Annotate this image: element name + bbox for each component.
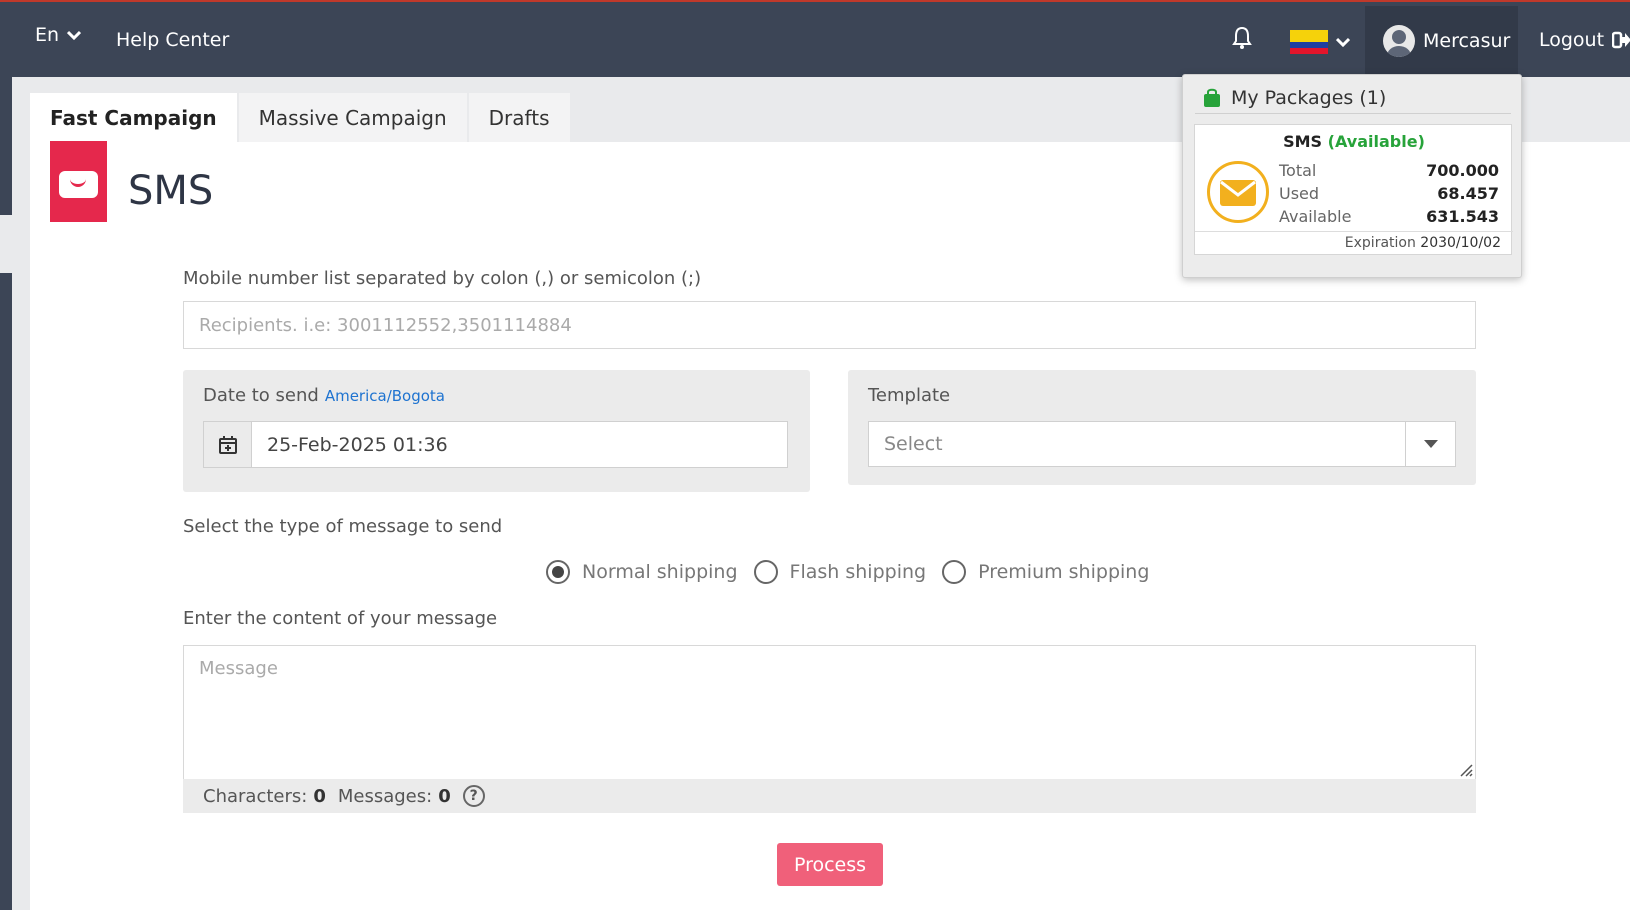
radio-label: Premium shipping — [978, 561, 1150, 583]
message-textarea[interactable]: Message — [183, 645, 1476, 780]
timezone-link[interactable]: America/Bogota — [325, 387, 445, 405]
caret-down-icon — [1405, 422, 1455, 466]
divider — [1195, 231, 1513, 232]
radio-button[interactable] — [942, 560, 967, 584]
stat-label: Total — [1279, 161, 1317, 180]
top-navbar: En Help Center Mercasur Logout — [0, 0, 1630, 77]
messages-count: 0 — [438, 785, 451, 807]
calendar-plus-icon — [218, 435, 237, 454]
language-selector[interactable]: En — [35, 24, 82, 46]
chevron-down-icon — [67, 30, 82, 40]
package-stats: Total 700.000 Used 68.457 Available 631.… — [1279, 159, 1499, 228]
stat-value: 631.543 — [1426, 207, 1499, 226]
sms-logo-icon — [50, 141, 107, 222]
package-status: (Available) — [1327, 132, 1425, 151]
calendar-button[interactable] — [203, 421, 252, 468]
recipients-input[interactable]: Recipients. i.e: 3001112552,3501114884 — [183, 301, 1476, 349]
package-name: SMS — [1283, 132, 1323, 151]
shopping-bag-icon — [1204, 88, 1220, 107]
package-title: SMS (Available) — [1195, 132, 1513, 151]
stat-value: 68.457 — [1437, 184, 1499, 203]
template-select-value: Select — [884, 433, 943, 455]
envelope-icon — [1207, 161, 1269, 223]
stat-label: Used — [1279, 184, 1320, 203]
tab-massive-campaign[interactable]: Massive Campaign — [238, 93, 467, 142]
logout-label: Logout — [1539, 29, 1605, 51]
help-center-link[interactable]: Help Center — [116, 29, 229, 51]
user-name: Mercasur — [1423, 30, 1511, 52]
radio-button[interactable] — [546, 560, 570, 584]
date-label-text: Date to send — [203, 385, 319, 406]
user-avatar-icon — [1383, 25, 1415, 57]
logout-button[interactable]: Logout — [1539, 29, 1630, 51]
expiration-label: Expiration — [1344, 235, 1416, 251]
package-row-available: Available 631.543 — [1279, 205, 1499, 228]
sign-out-icon — [1612, 31, 1630, 49]
packages-popup: My Packages (1) SMS (Available) Total 70… — [1182, 74, 1522, 278]
radio-button[interactable] — [753, 560, 778, 584]
user-menu[interactable]: Mercasur — [1365, 6, 1518, 76]
date-input[interactable]: 25-Feb-2025 01:36 — [251, 421, 788, 468]
radio-label: Normal shipping — [582, 561, 738, 583]
package-row-used: Used 68.457 — [1279, 182, 1499, 205]
page-title: SMS — [128, 168, 214, 214]
content-label: Enter the content of your message — [183, 608, 498, 629]
message-type-label: Select the type of message to send — [183, 516, 503, 537]
tab-fast-campaign[interactable]: Fast Campaign — [30, 93, 237, 142]
package-expiration: Expiration 2030/10/02 — [1345, 235, 1501, 251]
sidebar-edge-gap — [0, 215, 12, 273]
package-card: SMS (Available) Total 700.000 Used 68.45… — [1194, 124, 1513, 255]
packages-header-text: My Packages (1) — [1231, 87, 1387, 109]
template-label: Template — [868, 385, 951, 406]
radio-normal-shipping[interactable]: Normal shipping — [546, 560, 738, 584]
messages-label: Messages: — [337, 785, 433, 807]
message-placeholder: Message — [199, 658, 278, 679]
expiration-date: 2030/10/02 — [1420, 235, 1501, 251]
campaign-tabs: Fast Campaign Massive Campaign Drafts — [30, 93, 570, 142]
chevron-down-icon — [1336, 37, 1350, 47]
resize-handle-icon[interactable] — [1459, 763, 1473, 777]
country-selector[interactable] — [1290, 30, 1350, 54]
radio-premium-shipping[interactable]: Premium shipping — [942, 560, 1149, 584]
tab-drafts[interactable]: Drafts — [468, 93, 570, 142]
message-type-radio-group: Normal shipping Flash shipping Premium s… — [546, 560, 1149, 584]
package-row-total: Total 700.000 — [1279, 159, 1499, 182]
language-label: En — [35, 24, 60, 46]
process-button[interactable]: Process — [777, 843, 883, 886]
radio-flash-shipping[interactable]: Flash shipping — [753, 560, 927, 584]
radio-label: Flash shipping — [789, 561, 927, 583]
sidebar-edge — [0, 77, 12, 910]
colombia-flag-icon — [1290, 30, 1328, 54]
message-counter-bar: Characters: 0 Messages: 0 ? — [183, 779, 1476, 813]
recipients-label: Mobile number list separated by colon (,… — [183, 268, 702, 289]
notifications-bell-icon[interactable] — [1232, 26, 1252, 54]
characters-label: Characters: — [203, 785, 308, 807]
characters-count: 0 — [313, 785, 326, 807]
help-question-icon[interactable]: ? — [462, 785, 485, 807]
stat-label: Available — [1279, 207, 1352, 226]
packages-header: My Packages (1) — [1203, 87, 1386, 109]
divider — [1195, 113, 1511, 114]
date-label: Date to send America/Bogota — [203, 385, 445, 406]
stat-value: 700.000 — [1426, 161, 1499, 180]
template-select[interactable]: Select — [868, 421, 1456, 467]
